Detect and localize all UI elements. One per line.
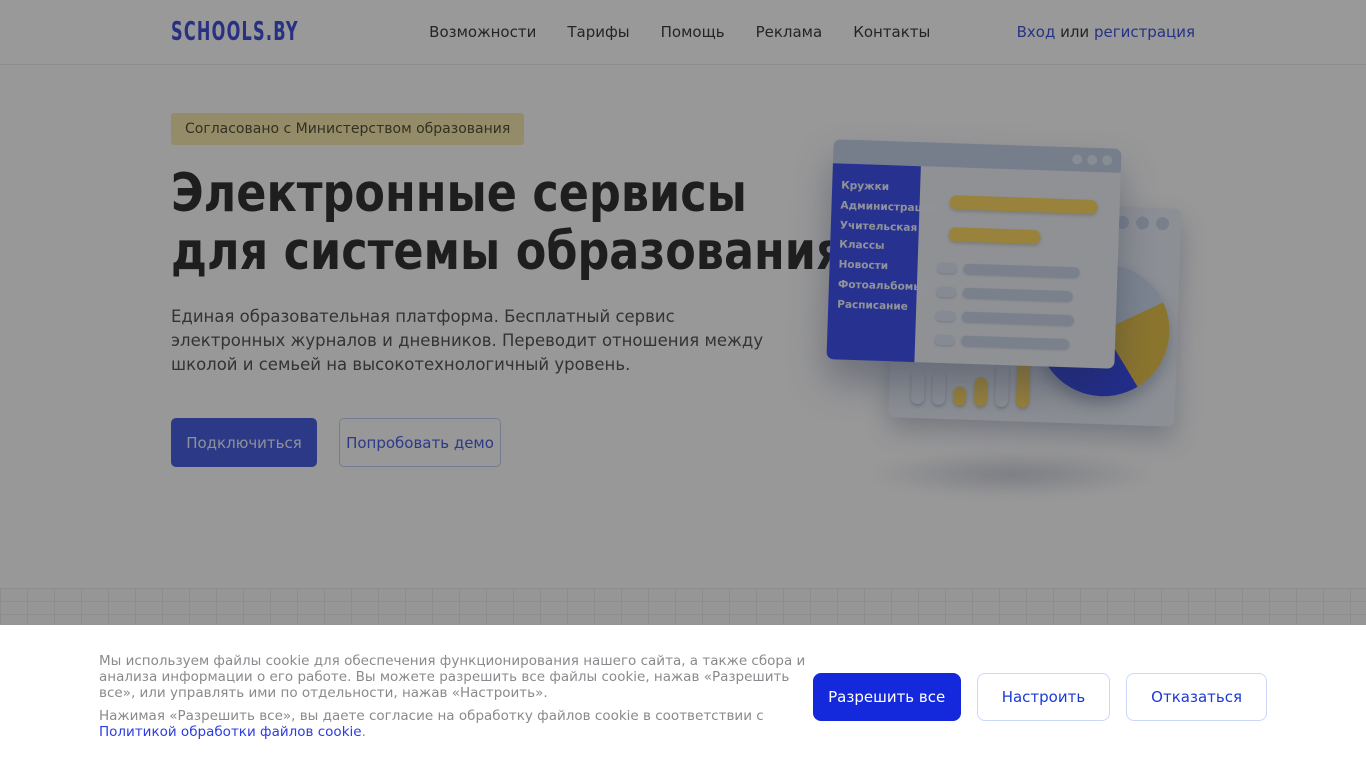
cookie-actions: Разрешить все Настроить Отказаться — [812, 672, 1267, 721]
cookie-paragraph-1: Мы используем файлы cookie для обеспечен… — [99, 653, 806, 701]
decline-cookies-button[interactable]: Отказаться — [1126, 672, 1267, 721]
page-background: SCHOOLS.BY Возможности Тарифы Помощь Рек… — [0, 0, 1366, 768]
cookie-consent-banner: Мы используем файлы cookie для обеспечен… — [0, 625, 1366, 768]
cookie-paragraph-2: Нажимая «Разрешить все», вы даете соглас… — [99, 708, 813, 740]
allow-all-cookies-button[interactable]: Разрешить все — [812, 672, 961, 721]
cookie-policy-link[interactable]: Политикой обработки файлов cookie — [99, 724, 362, 740]
cookie-paragraph-2-period: . — [361, 724, 366, 740]
configure-cookies-button[interactable]: Настроить — [976, 672, 1111, 721]
cookie-paragraph-2-text: Нажимая «Разрешить все», вы даете соглас… — [99, 708, 764, 724]
cookie-text-block: Мы используем файлы cookie для обеспечен… — [99, 653, 813, 740]
